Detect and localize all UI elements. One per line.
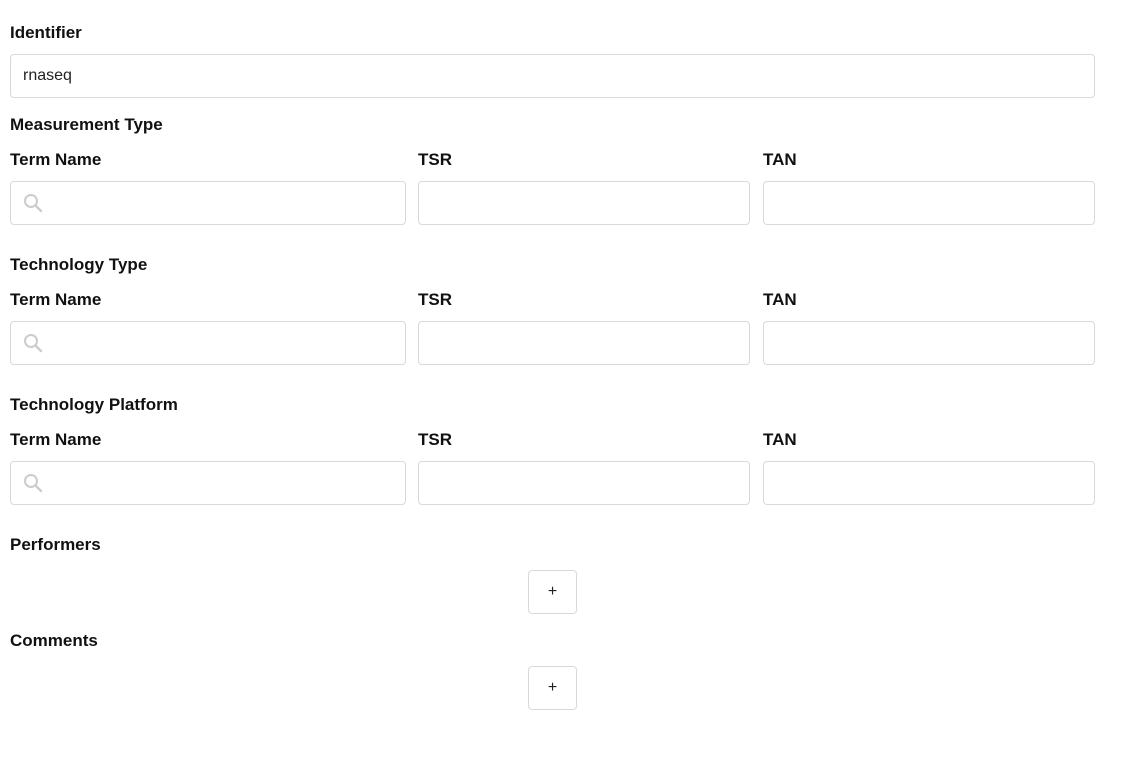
search-icon — [24, 334, 43, 353]
technology-platform-tsr-input[interactable] — [418, 461, 750, 505]
measurement-type-tan-label: TAN — [763, 150, 797, 169]
search-icon — [24, 474, 43, 493]
measurement-type-term-search[interactable] — [10, 181, 406, 225]
technology-type-term-name-input[interactable] — [49, 322, 405, 364]
technology-type-tsr-label: TSR — [418, 290, 452, 309]
identifier-label: Identifier — [10, 23, 82, 42]
search-icon — [24, 194, 43, 213]
technology-platform-term-name-label: Term Name — [10, 430, 102, 449]
technology-platform-heading: Technology Platform — [10, 395, 178, 414]
measurement-type-tsr-label: TSR — [418, 150, 452, 169]
technology-type-tsr-input[interactable] — [418, 321, 750, 365]
technology-type-tan-input[interactable] — [763, 321, 1095, 365]
measurement-type-term-name-input[interactable] — [49, 182, 405, 224]
measurement-type-tsr-input[interactable] — [418, 181, 750, 225]
performers-heading: Performers — [10, 535, 101, 554]
identifier-input[interactable] — [10, 54, 1095, 98]
measurement-type-term-name-label: Term Name — [10, 150, 102, 169]
comments-heading: Comments — [10, 631, 98, 650]
technology-platform-tsr-label: TSR — [418, 430, 452, 449]
measurement-type-tan-input[interactable] — [763, 181, 1095, 225]
technology-type-term-search[interactable] — [10, 321, 406, 365]
technology-platform-term-search[interactable] — [10, 461, 406, 505]
assay-form: Identifier Measurement Type Term Name TS… — [0, 0, 1132, 764]
measurement-type-heading: Measurement Type — [10, 115, 163, 134]
technology-type-term-name-label: Term Name — [10, 290, 102, 309]
technology-type-tan-label: TAN — [763, 290, 797, 309]
technology-type-heading: Technology Type — [10, 255, 148, 274]
technology-platform-tan-input[interactable] — [763, 461, 1095, 505]
technology-platform-tan-label: TAN — [763, 430, 797, 449]
add-comment-button[interactable]: + — [528, 666, 577, 710]
add-performer-button[interactable]: + — [528, 570, 577, 614]
technology-platform-term-name-input[interactable] — [49, 462, 405, 504]
